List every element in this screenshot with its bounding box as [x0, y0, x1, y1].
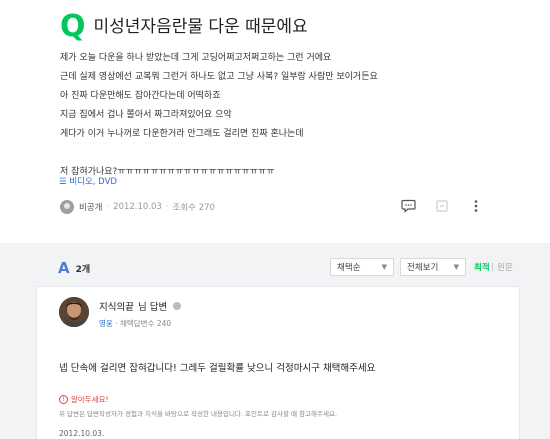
question-author: 비공개: [79, 203, 103, 213]
question-line: 아 진짜 다운만해도 잡아간다는데 어떡하죠: [60, 91, 221, 101]
answer-date: 2012.10.03.: [59, 429, 105, 438]
answerer-name-row: 지식의끝 님 답변: [99, 299, 182, 313]
answer-text: 넵 단속에 걸리면 잡혀갑니다! 그레두 걸릴확률 낮으니 걱정마시구 채택해주…: [59, 363, 376, 374]
question-line: 근데 실제 영상에선 교복뭐 그런거 하나도 없고 그냥 사복? 일부랑 사람만…: [60, 72, 378, 82]
answer-count: A 2개: [58, 259, 90, 277]
filter-select-value: 전체보기: [407, 263, 439, 273]
answer-card: 지식의끝 님 답변 영웅 · 채택답변수 240 넵 단속에 걸리면 잡혀갑니다…: [36, 286, 520, 439]
answer-label: 님 답변: [137, 302, 168, 313]
filter-select[interactable]: 전체보기 ▼: [400, 258, 466, 276]
chevron-down-icon: ▼: [453, 263, 459, 271]
sort-select-value: 채택순: [337, 263, 361, 273]
sort-original-option[interactable]: 원문: [497, 261, 513, 273]
sort-select[interactable]: 채택순 ▼: [330, 258, 394, 276]
answerer-level: 영웅: [99, 319, 113, 328]
sort-divider: [492, 263, 493, 271]
profile-person-icon[interactable]: [173, 302, 182, 310]
notice-text: 위 답변은 답변작성자가 경험과 지식을 바탕으로 작성한 내용입니다. 포인트…: [59, 410, 338, 418]
question-line: 저 잡혀가나요?ㅠㅠㅠㅠㅠㅠㅠㅠㅠㅠㅠㅠㅠㅠㅠㅠㅠㅠㅠ: [60, 167, 275, 177]
warning-icon: !: [59, 395, 68, 404]
more-options-icon[interactable]: [468, 198, 484, 214]
question-card: Q 미성년자음란물 다운 때문에요 제가 오늘 다운을 하나 받았는데 그게 고…: [0, 0, 550, 243]
question-line: 지금 집에서 겁나 쫄아서 짜그라져있어요 으악: [60, 110, 232, 120]
anonymous-avatar-icon: [60, 200, 74, 214]
question-date: 2012.10.03: [113, 202, 162, 212]
question-line: 제가 오늘 다운을 하나 받았는데 그게 고딩어쩌고저쩌고하는 그런 거에요: [60, 53, 332, 63]
answerer-avatar[interactable]: [59, 297, 89, 327]
answerer-name[interactable]: 지식의끝: [99, 299, 134, 313]
question-meta: 비공개 · 2012.10.03 · 조회수 270: [60, 200, 215, 214]
question-body: 제가 오늘 다운을 하나 받았는데 그게 고딩어쩌고저쩌고하는 그런 거에요 근…: [60, 49, 530, 182]
chevron-down-icon: ▼: [381, 263, 387, 271]
notice-heading: ! 알아두세요!: [59, 394, 109, 405]
bookmark-icon[interactable]: [434, 198, 450, 214]
question-q-icon: Q: [60, 9, 86, 44]
answerer-stats: 영웅 · 채택답변수 240: [99, 318, 171, 329]
category-link[interactable]: ☰ 비디오, DVD: [59, 175, 117, 187]
meta-separator: ·: [165, 202, 169, 212]
meta-separator: ·: [106, 202, 110, 212]
question-blank-line: [60, 144, 530, 163]
notice-title: 알아두세요!: [71, 395, 109, 404]
question-header: Q 미성년자음란물 다운 때문에요: [60, 12, 308, 42]
question-title: 미성년자음란물 다운 때문에요: [93, 17, 308, 37]
question-line: 게다가 이거 누나꺼로 다운한거라 안그래도 걸리면 진짜 혼나는데: [60, 129, 304, 139]
question-views: 조회수 270: [172, 203, 215, 213]
answer-a-icon: A: [58, 259, 70, 277]
sort-best-option[interactable]: 최적: [474, 261, 490, 273]
answers-toolbar: A 2개 채택순 ▼ 전체보기 ▼ 최적 원문: [0, 251, 550, 283]
question-actions: [400, 198, 484, 214]
comment-icon[interactable]: [400, 198, 416, 214]
adopted-count: 채택답변수 240: [119, 319, 172, 328]
answer-count-label: 2개: [75, 264, 91, 275]
